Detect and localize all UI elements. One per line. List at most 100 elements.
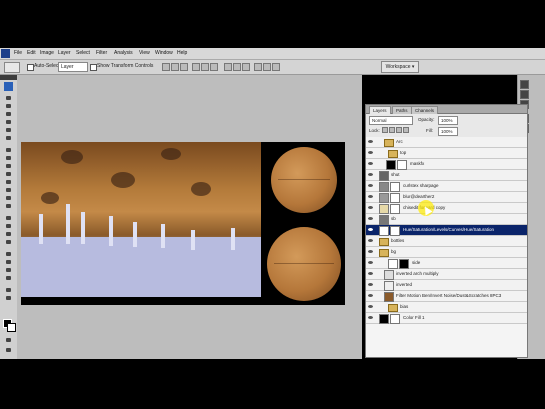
align-vcenter-icon[interactable] xyxy=(171,63,179,71)
hand-tool-icon[interactable] xyxy=(5,267,12,273)
visibility-eye-icon[interactable] xyxy=(368,293,373,298)
menu-layer[interactable]: Layer xyxy=(58,50,71,56)
visibility-eye-icon[interactable] xyxy=(368,183,373,188)
3d-rotate-tool-icon[interactable] xyxy=(5,251,12,257)
visibility-eye-icon[interactable] xyxy=(368,139,373,144)
screen-mode-icon[interactable] xyxy=(5,347,12,353)
layer-row[interactable]: chisedit forward copy xyxy=(366,203,527,214)
layer-row[interactable]: Arc xyxy=(366,137,527,148)
brush-tool-icon[interactable] xyxy=(5,155,12,161)
menu-image[interactable]: Image xyxy=(40,50,54,56)
healing-brush-tool-icon[interactable] xyxy=(5,147,12,153)
dock-collapse-icon[interactable] xyxy=(520,80,529,89)
tab-paths[interactable]: Paths xyxy=(392,106,412,114)
layer-row[interactable]: blur@dearther2 xyxy=(366,192,527,203)
auto-select-checkbox[interactable] xyxy=(27,64,34,71)
visibility-eye-icon[interactable] xyxy=(368,304,373,309)
clone-stamp-tool-icon[interactable] xyxy=(5,163,12,169)
layer-row[interactable]: curlstex sharpage xyxy=(366,181,527,192)
show-transform-checkbox[interactable] xyxy=(90,64,97,71)
dodge-tool-icon[interactable] xyxy=(5,203,12,209)
layer-row[interactable]: inverted arch multiply xyxy=(366,269,527,280)
distribute-top-icon[interactable] xyxy=(224,63,232,71)
blur-tool-icon[interactable] xyxy=(5,195,12,201)
eraser-tool-icon[interactable] xyxy=(5,179,12,185)
layer-row[interactable]: maskfx xyxy=(366,159,527,170)
tab-layers[interactable]: Layers xyxy=(369,106,391,114)
layer-row[interactable]: bottles xyxy=(366,236,527,247)
menu-filter[interactable]: Filter xyxy=(96,50,107,56)
layer-row[interactable]: top xyxy=(366,148,527,159)
dock-color-icon[interactable] xyxy=(520,90,529,99)
move-tool-icon[interactable] xyxy=(5,95,12,101)
opacity-field[interactable]: 100% xyxy=(438,116,458,125)
3d-orbit-tool-icon[interactable] xyxy=(5,259,12,265)
history-brush-tool-icon[interactable] xyxy=(5,171,12,177)
lock-position-icon[interactable] xyxy=(396,127,402,133)
menu-file[interactable]: File xyxy=(14,50,22,56)
layer-row[interactable]: shut xyxy=(366,170,527,181)
visibility-eye-icon[interactable] xyxy=(368,150,373,155)
visibility-eye-icon[interactable] xyxy=(368,260,373,265)
layer-row-selected[interactable]: Hue/Saturation/Levels/Curves/Hue/Saturat… xyxy=(366,225,527,236)
visibility-eye-icon[interactable] xyxy=(368,172,373,177)
distribute-vcenter-icon[interactable] xyxy=(233,63,241,71)
move-tool-preset-icon[interactable] xyxy=(4,62,20,73)
visibility-eye-icon[interactable] xyxy=(368,194,373,199)
menu-view[interactable]: View xyxy=(139,50,150,56)
crop-tool-icon[interactable] xyxy=(5,127,12,133)
slice-tool-icon[interactable] xyxy=(5,135,12,141)
document-canvas[interactable] xyxy=(21,142,345,305)
align-left-icon[interactable] xyxy=(192,63,200,71)
visibility-eye-icon[interactable] xyxy=(368,216,373,221)
distribute-left-icon[interactable] xyxy=(254,63,262,71)
layer-row[interactable]: side xyxy=(366,258,527,269)
menu-edit[interactable]: Edit xyxy=(27,50,36,56)
type-tool-icon[interactable] xyxy=(5,223,12,229)
tab-channels[interactable]: Channels xyxy=(411,106,439,114)
visibility-eye-icon[interactable] xyxy=(368,315,373,320)
zoom-tool-icon[interactable] xyxy=(5,275,12,281)
lock-transparent-icon[interactable] xyxy=(382,127,388,133)
distribute-right-icon[interactable] xyxy=(272,63,280,71)
path-selection-tool-icon[interactable] xyxy=(5,231,12,237)
lock-all-icon[interactable] xyxy=(403,127,409,133)
visibility-eye-icon[interactable] xyxy=(368,282,373,287)
notes-tool-icon[interactable] xyxy=(5,295,12,301)
menu-help[interactable]: Help xyxy=(177,50,187,56)
visibility-eye-icon[interactable] xyxy=(368,161,373,166)
visibility-eye-icon[interactable] xyxy=(368,227,373,232)
menu-window[interactable]: Window xyxy=(155,50,173,56)
gradient-tool-icon[interactable] xyxy=(5,187,12,193)
auto-select-dropdown[interactable]: Layer xyxy=(58,62,88,72)
fill-field[interactable]: 100% xyxy=(438,127,458,136)
lock-image-icon[interactable] xyxy=(389,127,395,133)
eyedropper-tool-icon[interactable] xyxy=(5,287,12,293)
layer-row[interactable]: Color Fill 1 xyxy=(366,313,527,324)
visibility-eye-icon[interactable] xyxy=(368,249,373,254)
align-hcenter-icon[interactable] xyxy=(201,63,209,71)
align-bottom-icon[interactable] xyxy=(180,63,188,71)
distribute-bottom-icon[interactable] xyxy=(242,63,250,71)
menu-select[interactable]: Select xyxy=(76,50,90,56)
pen-tool-icon[interactable] xyxy=(5,215,12,221)
layer-row[interactable]: inverted xyxy=(366,280,527,291)
toolbox-header[interactable] xyxy=(0,75,17,80)
workspace-button[interactable]: Workspace ▾ xyxy=(381,61,419,73)
shape-tool-icon[interactable] xyxy=(5,239,12,245)
layer-row[interactable]: Filter Motion Ben/Invert Noise/Dust&Scra… xyxy=(366,291,527,302)
lasso-tool-icon[interactable] xyxy=(5,111,12,117)
blend-mode-dropdown[interactable]: Normal xyxy=(369,116,413,125)
background-color-swatch[interactable] xyxy=(7,323,16,332)
distribute-hcenter-icon[interactable] xyxy=(263,63,271,71)
layer-row[interactable]: bg xyxy=(366,247,527,258)
magic-wand-tool-icon[interactable] xyxy=(5,119,12,125)
visibility-eye-icon[interactable] xyxy=(368,205,373,210)
layer-row[interactable]: sb xyxy=(366,214,527,225)
marquee-tool-icon[interactable] xyxy=(5,103,12,109)
quick-mask-icon[interactable] xyxy=(5,337,12,343)
menu-analysis[interactable]: Analysis xyxy=(114,50,133,56)
layer-row[interactable]: bias xyxy=(366,302,527,313)
visibility-eye-icon[interactable] xyxy=(368,238,373,243)
align-top-icon[interactable] xyxy=(162,63,170,71)
